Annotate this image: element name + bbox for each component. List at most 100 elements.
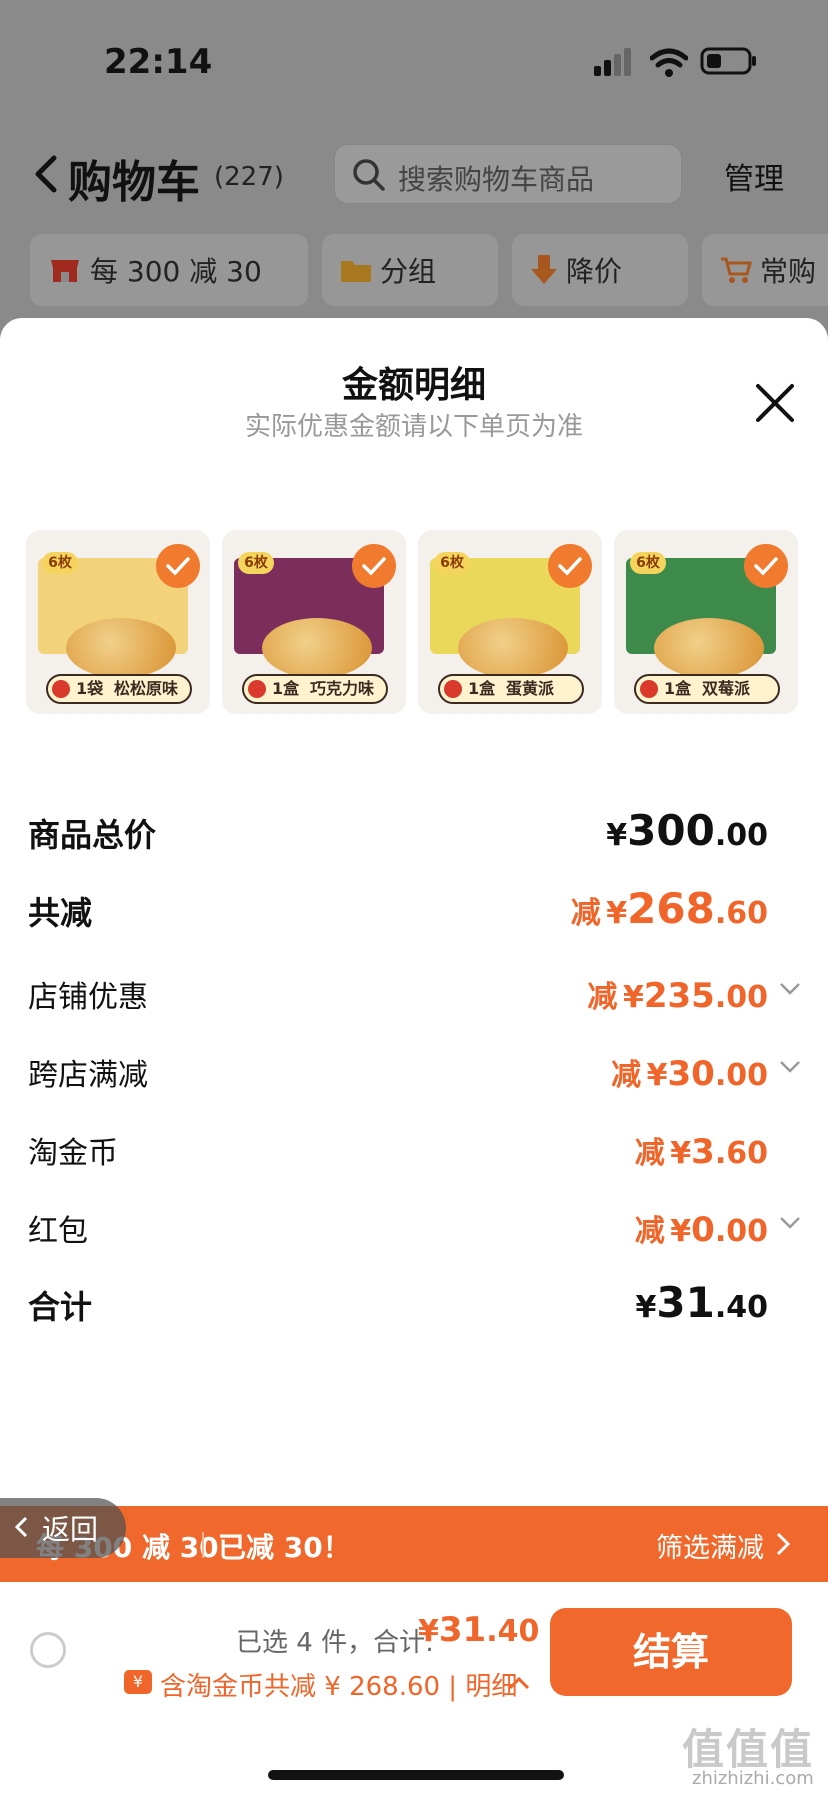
- checkmark-icon[interactable]: [156, 544, 200, 588]
- taojinbi-text: 含淘金币共减 ¥ 268.60 | 明细: [160, 1672, 518, 1702]
- close-icon[interactable]: [752, 380, 798, 426]
- cart-item-count: (227): [214, 162, 284, 192]
- brand-dot-icon: [640, 680, 658, 698]
- amount-row: 合计 ¥31.40: [28, 1274, 798, 1334]
- row-label: 商品总价: [28, 816, 157, 854]
- product-thumbnails: 6枚 1袋 松松原味 6枚 1盒 巧克力味 6枚 1盒 蛋黄派 6枚 1盒 双莓派: [26, 530, 806, 716]
- product-thumbnail[interactable]: 6枚 1袋 松松原味: [26, 530, 210, 714]
- value-decimal: .40: [714, 1290, 768, 1325]
- value-decimal: .60: [714, 896, 768, 931]
- pack-badge: 6枚: [434, 552, 470, 574]
- amount-row: 淘金币 减 ¥3.60: [28, 1120, 798, 1180]
- product-image: [262, 618, 372, 678]
- currency-symbol: ¥: [418, 1614, 439, 1649]
- product-image: [66, 618, 176, 678]
- row-value: ¥300.00: [606, 806, 768, 855]
- search-icon: [353, 159, 385, 191]
- row-label: 共减: [28, 894, 93, 932]
- value-integer: 31: [656, 1278, 715, 1327]
- selected-total: ¥31.40: [418, 1610, 539, 1650]
- chevron-up-icon: [508, 1676, 530, 1690]
- wifi-icon: [650, 48, 688, 77]
- row-value: 减 ¥0.00: [635, 1206, 768, 1250]
- cellular-signal-icon: [594, 48, 631, 76]
- chip-label: 每 300 减 30: [90, 255, 262, 288]
- back-pill[interactable]: 返回: [0, 1498, 126, 1558]
- store-icon: [51, 260, 79, 282]
- promo-done: 已减 30！: [218, 1531, 351, 1564]
- product-name: 蛋黄派: [506, 679, 555, 698]
- search-placeholder: 搜索购物车商品: [398, 163, 595, 196]
- product-tag: 1盒 巧克力味: [242, 674, 388, 704]
- pack-badge: 6枚: [630, 552, 666, 574]
- minus-prefix: 减: [611, 1058, 642, 1093]
- taojinbi-detail-link[interactable]: ¥ 含淘金币共减 ¥ 268.60 | 明细: [124, 1666, 556, 1702]
- value-decimal: .60: [714, 1136, 768, 1171]
- value-integer: 268: [627, 884, 715, 933]
- product-qty: 1盒: [468, 679, 496, 698]
- chip-group[interactable]: 分组: [322, 234, 498, 306]
- chip-frequent[interactable]: 常购: [702, 234, 828, 306]
- product-image: [458, 618, 568, 678]
- value-decimal: .00: [714, 980, 768, 1015]
- minus-prefix: 减: [634, 1136, 665, 1171]
- amount-row: 共减 减 ¥268.60: [28, 880, 798, 940]
- status-time: 22:14: [104, 42, 213, 82]
- row-label: 淘金币: [28, 1136, 118, 1171]
- product-tag: 1盒 双莓派: [634, 674, 780, 704]
- filter-discount-link[interactable]: 筛选满减: [656, 1526, 764, 1565]
- amount-row[interactable]: 红包 减 ¥0.00: [28, 1198, 800, 1258]
- checkmark-icon[interactable]: [548, 544, 592, 588]
- row-value: 减 ¥235.00: [587, 972, 768, 1016]
- currency-symbol: ¥: [606, 818, 628, 853]
- chip-discount[interactable]: 每 300 减 30: [30, 234, 308, 306]
- product-thumbnail[interactable]: 6枚 1盒 双莓派: [614, 530, 798, 714]
- chevron-down-icon[interactable]: [778, 1214, 802, 1232]
- amount-row[interactable]: 店铺优惠 减 ¥235.00: [28, 964, 800, 1024]
- chevron-down-icon[interactable]: [778, 980, 802, 998]
- page-title: 购物车: [68, 157, 200, 208]
- product-name: 松松原味: [114, 679, 179, 698]
- back-arrow-icon[interactable]: [30, 152, 60, 196]
- value-decimal: .00: [714, 1214, 768, 1249]
- brand-dot-icon: [444, 680, 462, 698]
- coin-icon: ¥: [124, 1670, 152, 1694]
- product-image: [654, 618, 764, 678]
- chip-label: 分组: [380, 255, 437, 288]
- row-value: 减 ¥30.00: [611, 1050, 768, 1094]
- product-tag: 1袋 松松原味: [46, 674, 192, 704]
- checkmark-icon[interactable]: [744, 544, 788, 588]
- row-label: 红包: [28, 1214, 88, 1249]
- value-integer: 30: [667, 1054, 715, 1094]
- product-thumbnail[interactable]: 6枚 1盒 蛋黄派: [418, 530, 602, 714]
- down-arrow-icon: [531, 255, 557, 284]
- currency-symbol: ¥: [670, 1136, 692, 1171]
- manage-button[interactable]: 管理: [724, 154, 784, 198]
- value-integer: 235: [643, 976, 715, 1016]
- product-tag: 1盒 蛋黄派: [438, 674, 584, 704]
- brand-dot-icon: [52, 680, 70, 698]
- chip-price-drop[interactable]: 降价: [512, 234, 688, 306]
- product-name: 双莓派: [702, 679, 751, 698]
- status-bar: 22:14: [0, 30, 828, 90]
- cart-page-background: 22:14 购物车 (227) 搜索购物车商品 管理 每 300 减 30 分组…: [0, 0, 828, 330]
- folder-icon: [341, 261, 371, 282]
- value-integer: 300: [627, 806, 715, 855]
- currency-symbol: ¥: [646, 1058, 668, 1093]
- product-thumbnail[interactable]: 6枚 1盒 巧克力味: [222, 530, 406, 714]
- checkmark-icon[interactable]: [352, 544, 396, 588]
- currency-symbol: ¥: [622, 980, 644, 1015]
- cart-header: 购物车 (227) 搜索购物车商品 管理: [0, 136, 828, 212]
- pack-badge: 6枚: [42, 552, 78, 574]
- select-all-radio[interactable]: [30, 1632, 66, 1668]
- row-label: 合计: [28, 1288, 93, 1326]
- checkout-button[interactable]: 结算: [550, 1608, 792, 1696]
- search-input[interactable]: 搜索购物车商品: [334, 144, 682, 204]
- minus-prefix: 减: [587, 980, 618, 1015]
- row-label: 店铺优惠: [28, 980, 148, 1015]
- product-qty: 1盒: [664, 679, 692, 698]
- selected-summary: 已选 4 件，合计:: [236, 1628, 434, 1658]
- amount-row[interactable]: 跨店满减 减 ¥30.00: [28, 1042, 800, 1102]
- chevron-down-icon[interactable]: [778, 1058, 802, 1076]
- watermark-url: zhizhizhi.com: [692, 1768, 814, 1789]
